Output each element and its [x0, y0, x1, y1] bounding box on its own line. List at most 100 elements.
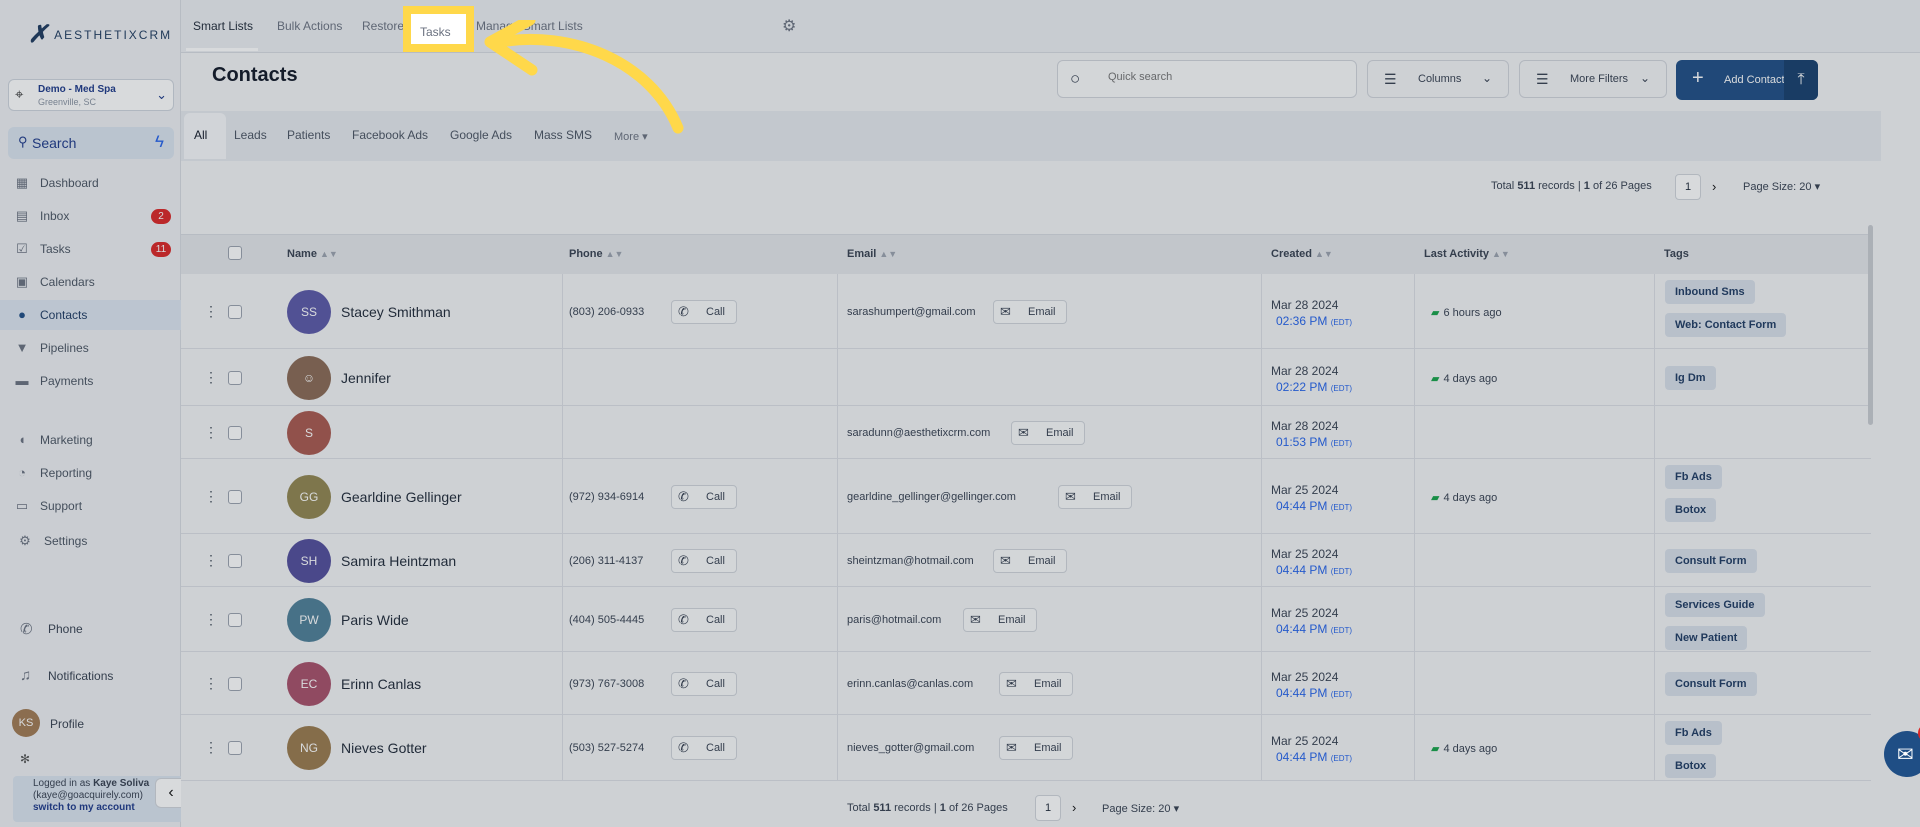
tab-all[interactable]: All [184, 113, 226, 159]
add-contact-button[interactable]: + Add Contact ⤒ [1676, 60, 1818, 100]
row-checkbox[interactable] [228, 370, 242, 385]
contact-name[interactable]: Samira Heintzman [341, 553, 456, 569]
page-size-select-bottom[interactable]: Page Size: 20 ▾ [1102, 802, 1179, 815]
page-size-select[interactable]: Page Size: 20 ▾ [1743, 180, 1820, 193]
contact-name[interactable]: Jennifer [341, 370, 391, 386]
quick-search[interactable]: ○ [1057, 60, 1357, 98]
profile-avatar[interactable]: KS [12, 709, 40, 737]
row-checkbox[interactable] [228, 676, 242, 691]
email-button[interactable]: ✉ Email [999, 736, 1073, 760]
contact-name[interactable]: Nieves Gotter [341, 740, 427, 756]
contact-tag[interactable]: Ig Dm [1665, 365, 1716, 390]
table-row[interactable]: ⋮ EC Erinn Canlas (973) 767-3008 ✆ Call erinn.… [181, 652, 1871, 715]
tab-tasks[interactable]: Tasks [420, 25, 451, 39]
row-menu-icon[interactable]: ⋮ [204, 488, 218, 505]
sidebar-item-contacts[interactable]: ● Contacts [0, 300, 181, 330]
email-button[interactable]: ✉ Email [1011, 420, 1085, 445]
table-row[interactable]: ⋮ SH Samira Heintzman (206) 311-4137 ✆ Call sh… [181, 534, 1871, 587]
sidebar-search-button[interactable]: ⚲ Search ϟ [8, 127, 174, 159]
sidebar-item-payments[interactable]: ▬ Payments [0, 366, 181, 396]
email-button[interactable]: ✉ Email [993, 299, 1067, 324]
contact-name[interactable]: Stacey Smithman [341, 304, 451, 320]
sidebar-item-marketing[interactable]: ◖ Marketing [0, 425, 181, 455]
location-switcher[interactable]: ⌖ Demo - Med Spa Greenville, SC ⌄ [8, 79, 174, 111]
table-row[interactable]: ⋮ Ssaradunn@aesthetixcrm.com ✉ Email Mar 28 … [181, 406, 1871, 459]
row-menu-icon[interactable]: ⋮ [204, 303, 218, 320]
column-created[interactable]: Created ▲▼ [1271, 248, 1333, 260]
table-row[interactable]: ⋮ SS Stacey Smithman (803) 206-0933 ✆ Call sar… [181, 274, 1871, 349]
row-checkbox[interactable] [228, 553, 242, 568]
column-name[interactable]: Name ▲▼ [287, 248, 338, 260]
sidebar-item-reporting[interactable]: ◔ Reporting [0, 458, 181, 488]
contact-tag[interactable]: Botox [1665, 754, 1717, 778]
row-checkbox[interactable] [228, 612, 242, 627]
profile-label[interactable]: Profile [50, 717, 84, 731]
row-menu-icon[interactable]: ⋮ [204, 675, 218, 692]
table-row[interactable]: ⋮ NG Nieves Gotter (503) 527-5274 ✆ Call nieve… [181, 715, 1871, 781]
row-checkbox[interactable] [228, 425, 242, 440]
row-menu-icon[interactable]: ⋮ [204, 552, 218, 569]
contact-tag[interactable]: Web: Contact Form [1665, 313, 1787, 337]
sidebar-item-settings[interactable]: ⚙ Settings [0, 526, 181, 556]
contact-tag[interactable]: Botox [1665, 498, 1717, 522]
bolt-icon[interactable]: ϟ [155, 132, 164, 152]
contact-tag[interactable]: New Patient [1665, 626, 1748, 650]
email-button[interactable]: ✉ Email [963, 607, 1037, 632]
row-checkbox[interactable] [228, 489, 242, 504]
row-menu-icon[interactable]: ⋮ [204, 369, 218, 386]
row-checkbox[interactable] [228, 304, 242, 319]
sidebar-notifications[interactable]: ♫ Notifications [0, 661, 181, 691]
email-button[interactable]: ✉ Email [993, 548, 1067, 573]
call-button[interactable]: ✆ Call [671, 736, 737, 760]
sidebar-item-calendars[interactable]: ▣ Calendars [0, 267, 181, 297]
tab-patients[interactable]: Patients [287, 128, 330, 142]
sidebar-item-inbox[interactable]: ▤ Inbox 2 [0, 201, 181, 231]
email-button[interactable]: ✉ Email [999, 671, 1073, 696]
row-menu-icon[interactable]: ⋮ [204, 739, 218, 756]
row-menu-icon[interactable]: ⋮ [204, 424, 218, 441]
call-button[interactable]: ✆ Call [671, 607, 737, 632]
tab-bulk-actions[interactable]: Bulk Actions [277, 19, 342, 33]
page-number-button[interactable]: 1 [1675, 174, 1701, 200]
next-page-icon[interactable]: › [1072, 800, 1076, 815]
next-page-icon[interactable]: › [1712, 179, 1716, 194]
more-filters-button[interactable]: ☰ More Filters ⌄ [1519, 60, 1667, 98]
contact-tag[interactable]: Fb Ads [1665, 465, 1722, 489]
column-tags[interactable]: Tags [1664, 248, 1689, 260]
sidebar-phone[interactable]: ✆ Phone [0, 614, 181, 644]
call-button[interactable]: ✆ Call [671, 671, 737, 696]
tasks-tab-highlight[interactable]: Tasks [403, 6, 474, 52]
gear-icon[interactable]: ⚙ [782, 16, 796, 36]
email-button[interactable]: ✉ Email [1058, 484, 1132, 509]
columns-button[interactable]: ☰ Columns ⌄ [1367, 60, 1509, 98]
sidebar-item-support[interactable]: ▭ Support [0, 491, 181, 521]
call-button[interactable]: ✆ Call [671, 548, 737, 573]
table-scrollbar[interactable] [1868, 225, 1873, 425]
tab-restore[interactable]: Restore [362, 19, 404, 33]
column-email[interactable]: Email ▲▼ [847, 248, 897, 260]
sidebar-item-pipelines[interactable]: ▼ Pipelines [0, 333, 181, 363]
sidebar-item-dashboard[interactable]: ▦ Dashboard [0, 168, 181, 198]
contact-name[interactable]: Paris Wide [341, 612, 409, 628]
row-menu-icon[interactable]: ⋮ [204, 611, 218, 628]
table-row[interactable]: ⋮ ☺ Jennifer Mar 28 2024 02:22 PM (EDT) ▰ 4 da… [181, 349, 1871, 406]
contact-tag[interactable]: Fb Ads [1665, 721, 1722, 745]
row-checkbox[interactable] [228, 741, 242, 755]
contact-name[interactable]: Erinn Canlas [341, 676, 421, 692]
contact-tag[interactable]: Consult Form [1665, 548, 1757, 573]
contact-tag[interactable]: Inbound Sms [1665, 280, 1755, 304]
select-all-checkbox[interactable] [228, 246, 242, 260]
table-row[interactable]: ⋮ PW Paris Wide (404) 505-4445 ✆ Call paris@ho… [181, 587, 1871, 652]
tab-leads[interactable]: Leads [234, 128, 267, 142]
contact-name[interactable]: Gearldine Gellinger [341, 489, 462, 505]
contact-tag[interactable]: Services Guide [1665, 593, 1765, 617]
chat-button[interactable]: ✉ [1884, 731, 1920, 777]
page-number-button-bottom[interactable]: 1 [1035, 795, 1061, 821]
call-button[interactable]: ✆ Call [671, 299, 737, 324]
tab-smart-lists[interactable]: Smart Lists [193, 19, 253, 33]
column-last-activity[interactable]: Last Activity ▲▼ [1424, 248, 1510, 260]
quick-search-input[interactable] [1108, 71, 1328, 83]
sidebar-item-tasks[interactable]: ☑ Tasks 11 [0, 234, 181, 264]
table-row[interactable]: ⋮ GG Gearldine Gellinger (972) 934-6914 ✆ Cal… [181, 459, 1871, 534]
call-button[interactable]: ✆ Call [671, 484, 737, 509]
